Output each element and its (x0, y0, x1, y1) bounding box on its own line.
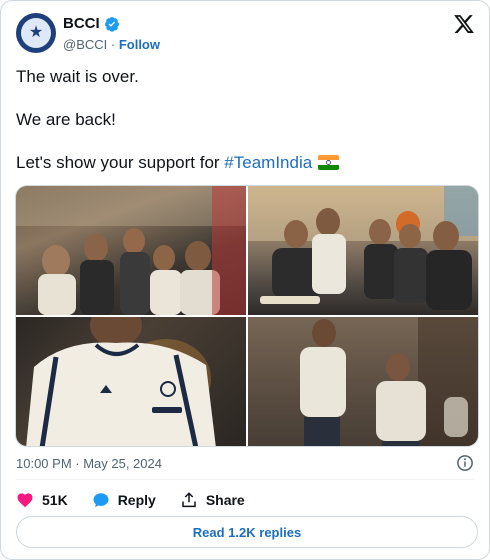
author-name-row: BCCI (63, 15, 120, 32)
hashtag-link[interactable]: #TeamIndia (224, 153, 312, 172)
bcci-logo-avatar[interactable]: ★ (16, 13, 56, 53)
action-bar: 51K Reply Share (16, 490, 269, 510)
share-button[interactable]: Share (180, 491, 245, 509)
players-talking-photo[interactable] (248, 317, 478, 446)
handle-row: @BCCI · Follow (63, 37, 160, 52)
tweet-text-line-3: Let's show your support for #TeamIndia (16, 153, 340, 173)
read-replies-button[interactable]: Read 1.2K replies (16, 516, 478, 548)
author-handle[interactable]: @BCCI (63, 37, 107, 52)
x-logo-icon[interactable] (453, 13, 475, 35)
tweet-timestamp[interactable]: 10:00 PM · May 25, 2024 (16, 456, 162, 471)
info-icon[interactable] (456, 454, 474, 472)
verified-badge-icon (104, 16, 119, 32)
likes-count: 51K (42, 492, 68, 508)
like-button[interactable]: 51K (16, 491, 68, 509)
separator-dot: · (107, 37, 119, 52)
speech-bubble-icon (93, 493, 109, 508)
media-grid (15, 185, 479, 447)
tweet-text-line-2: We are back! (16, 110, 116, 129)
india-flag-icon (318, 155, 340, 170)
team-lounge-photo[interactable] (16, 186, 246, 315)
tweet-card: ★ BCCI @BCCI · Follow The wait is over. … (0, 0, 490, 560)
divider (16, 479, 474, 480)
reply-label: Reply (117, 492, 156, 508)
reply-button[interactable]: Reply (92, 491, 156, 509)
share-upload-icon (182, 492, 196, 508)
player-jersey-photo[interactable] (16, 317, 246, 446)
team-seated-photo[interactable] (248, 186, 478, 315)
author-name[interactable]: BCCI (63, 15, 100, 32)
follow-button[interactable]: Follow (119, 37, 160, 52)
bcci-emblem: ★ (21, 18, 51, 48)
tweet-text-line-1: The wait is over. (16, 67, 139, 86)
tweet-text-prefix: Let's show your support for (16, 153, 225, 172)
heart-icon (17, 493, 33, 508)
share-label: Share (205, 492, 245, 508)
star-icon: ★ (28, 24, 44, 41)
